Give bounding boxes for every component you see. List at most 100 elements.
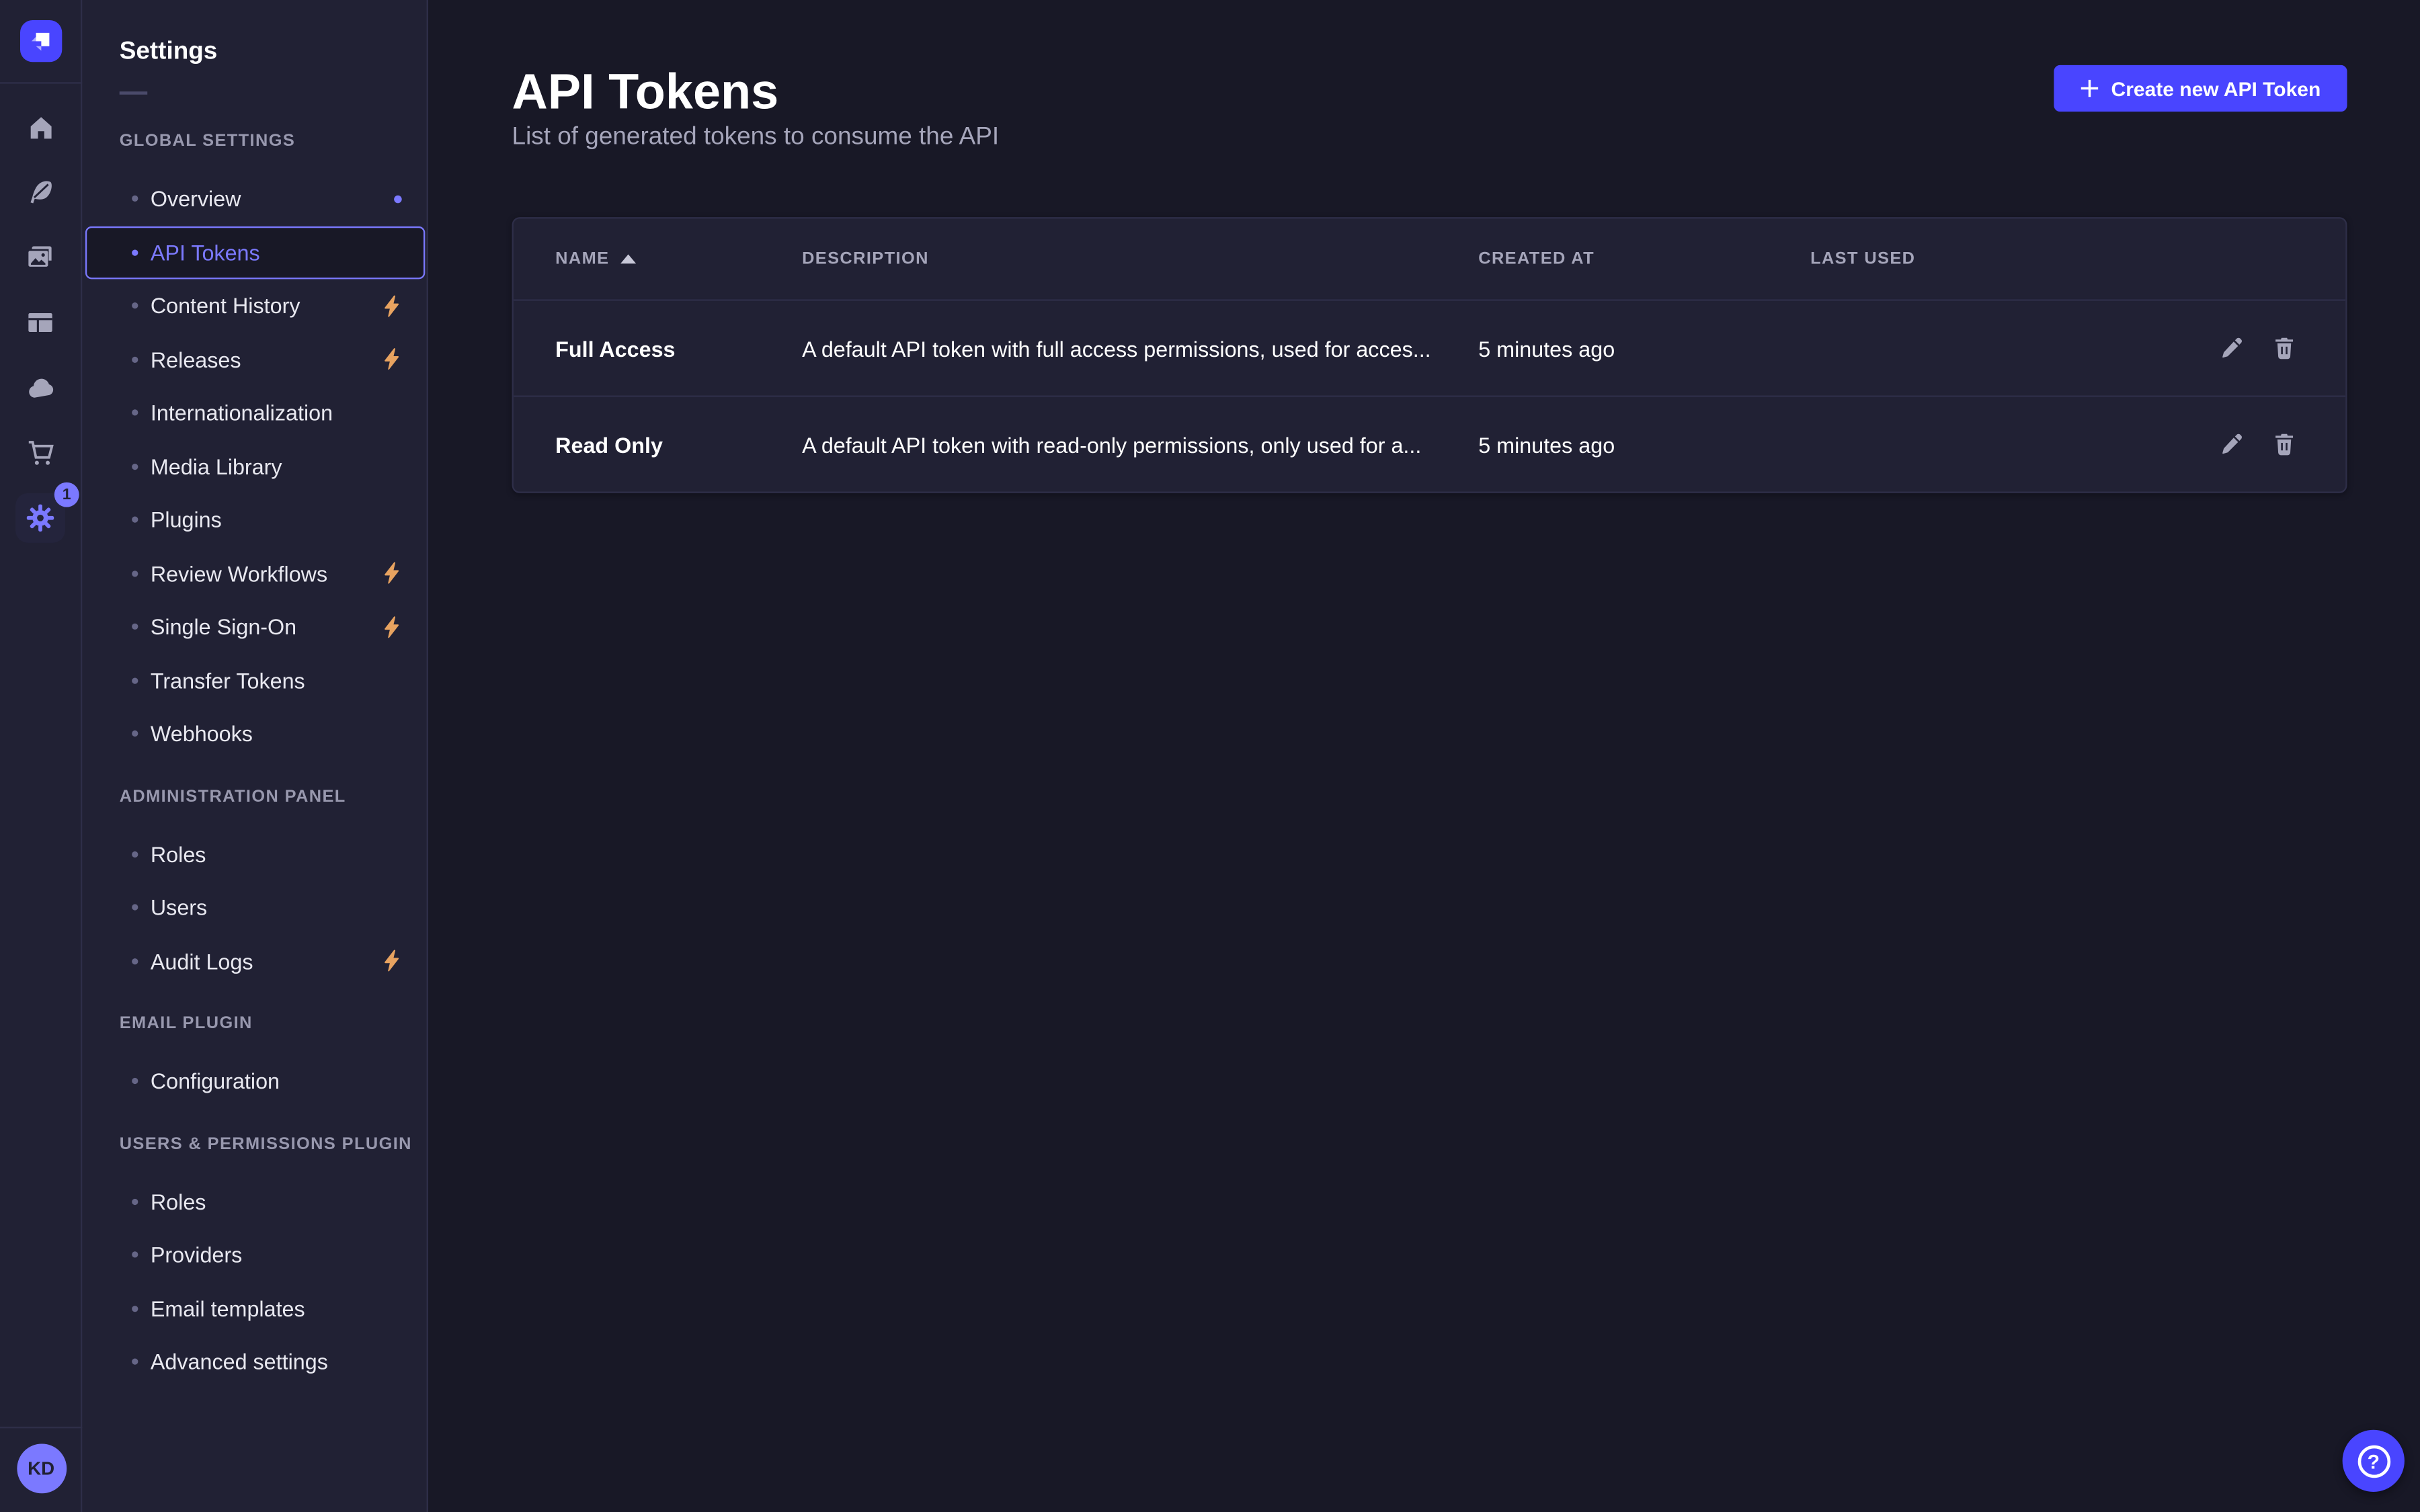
sidebar-section-label: ADMINISTRATION PANEL — [82, 781, 426, 812]
question-mark-icon: ? — [2357, 1445, 2390, 1477]
sidebar-item[interactable]: Plugins — [82, 493, 426, 547]
rail-divider-top — [0, 82, 81, 83]
delete-trash-icon[interactable] — [2263, 328, 2304, 368]
sidebar-item-label: Configuration — [151, 1069, 402, 1094]
strapi-logo[interactable] — [19, 20, 61, 62]
sidebar-item[interactable]: Roles — [82, 827, 426, 881]
sidebar-section-label: GLOBAL SETTINGS — [82, 126, 426, 157]
api-tokens-table: Name Description Created at Last used Fu… — [512, 217, 2347, 493]
sidebar-item[interactable]: Email templates — [82, 1282, 426, 1335]
premium-lightning-icon — [382, 616, 402, 639]
home-icon[interactable] — [15, 102, 65, 152]
table-row[interactable]: Read Only A default API token with read-… — [514, 395, 2345, 491]
sidebar-item[interactable]: Providers — [82, 1228, 426, 1282]
sidebar-item-label: Review Workflows — [151, 561, 382, 586]
sidebar-section: EMAIL PLUGIN Configuration — [82, 1008, 426, 1108]
sidebar-item-label: Releases — [151, 347, 382, 372]
sidebar-item[interactable]: Single Sign-On — [82, 600, 426, 654]
bullet-icon — [132, 624, 138, 630]
column-header-last-used[interactable]: Last used — [1810, 250, 2169, 269]
sidebar-item-label: Internationalization — [151, 401, 402, 425]
delete-trash-icon[interactable] — [2263, 424, 2304, 464]
sort-ascending-icon — [620, 254, 636, 263]
token-created-at: 5 minutes ago — [1478, 432, 1810, 457]
help-button[interactable]: ? — [2343, 1430, 2405, 1492]
deploy-cloud-icon[interactable] — [15, 363, 65, 413]
sidebar-item[interactable]: Overview — [82, 172, 426, 226]
token-name: Full Access — [555, 336, 802, 361]
column-header-name[interactable]: Name — [555, 250, 802, 269]
bullet-icon — [132, 1305, 138, 1311]
sidebar-item-label: Media Library — [151, 454, 402, 479]
sidebar-item[interactable]: Review Workflows — [82, 546, 426, 600]
sidebar-item-label: Audit Logs — [151, 949, 382, 974]
create-api-token-button[interactable]: Create new API Token — [2054, 65, 2347, 112]
sidebar-item[interactable]: Advanced settings — [82, 1335, 426, 1389]
settings-gear-icon[interactable]: 1 — [15, 493, 65, 543]
page-header: API Tokens List of generated tokens to c… — [512, 62, 2347, 153]
sidebar-sections: GLOBAL SETTINGS Overview API Tokens Cont… — [82, 95, 426, 1389]
sidebar-item-label: Roles — [151, 841, 402, 866]
sidebar-section-label: USERS & PERMISSIONS PLUGIN — [82, 1128, 426, 1159]
sidebar-item[interactable]: Internationalization — [82, 386, 426, 440]
sidebar-item-label: Content History — [151, 294, 382, 319]
sidebar-item[interactable]: Webhooks — [82, 707, 426, 761]
table-body: Full Access A default API token with ful… — [514, 299, 2345, 491]
token-description: A default API token with full access per… — [802, 336, 1478, 361]
premium-lightning-icon — [382, 562, 402, 585]
strapi-logo-glyph — [27, 28, 53, 54]
sidebar-item-label: Providers — [151, 1243, 402, 1267]
premium-lightning-icon — [382, 347, 402, 371]
content-manager-feather-icon[interactable] — [15, 167, 65, 217]
column-header-description[interactable]: Description — [802, 250, 1478, 269]
page-header-text: API Tokens List of generated tokens to c… — [512, 62, 1000, 153]
column-header-created-at[interactable]: Created at — [1478, 250, 1810, 269]
row-actions — [2169, 424, 2304, 464]
user-avatar[interactable]: KD — [16, 1443, 66, 1493]
sidebar-item[interactable]: Audit Logs — [82, 934, 426, 988]
sidebar-item-label: Transfer Tokens — [151, 668, 402, 693]
main-nav-rail: 1 KD — [0, 0, 82, 1512]
token-name: Read Only — [555, 432, 802, 457]
premium-lightning-icon — [382, 294, 402, 318]
sidebar-item[interactable]: Media Library — [82, 439, 426, 493]
bullet-icon — [132, 303, 138, 309]
marketplace-cart-icon[interactable] — [15, 428, 65, 478]
edit-pencil-icon[interactable] — [2210, 424, 2251, 464]
sidebar-section-items: Overview API Tokens Content History Rele… — [82, 172, 426, 761]
table-row[interactable]: Full Access A default API token with ful… — [514, 299, 2345, 395]
sidebar-item-label: Overview — [151, 186, 394, 211]
bullet-icon — [132, 1078, 138, 1084]
sidebar-item[interactable]: Configuration — [82, 1054, 426, 1108]
media-library-images-icon[interactable] — [15, 233, 65, 282]
sidebar-item-label: API Tokens — [151, 240, 403, 265]
sidebar-item-label: Advanced settings — [151, 1349, 402, 1374]
sidebar-item-label: Plugins — [151, 507, 402, 532]
sidebar-item-label: Webhooks — [151, 722, 402, 747]
main-content: API Tokens List of generated tokens to c… — [428, 0, 2420, 1512]
bullet-icon — [132, 677, 138, 683]
sidebar-section-items: Configuration — [82, 1054, 426, 1108]
bullet-icon — [132, 1198, 138, 1204]
sidebar-item[interactable]: Roles — [82, 1175, 426, 1228]
bullet-icon — [132, 1252, 138, 1258]
sidebar-item[interactable]: Releases — [82, 333, 426, 386]
sidebar-section-label: EMAIL PLUGIN — [82, 1008, 426, 1039]
sidebar-section-items: Roles Users Audit Logs — [82, 827, 426, 988]
rail-bottom: KD — [0, 1427, 82, 1512]
bullet-icon — [132, 958, 138, 964]
edit-pencil-icon[interactable] — [2210, 328, 2251, 368]
bullet-icon — [132, 356, 138, 362]
sidebar-item[interactable]: Users — [82, 881, 426, 935]
bullet-icon — [132, 730, 138, 737]
sidebar-item[interactable]: Content History — [82, 279, 426, 333]
notification-dot-icon — [394, 195, 402, 203]
content-type-builder-layout-icon[interactable] — [15, 298, 65, 347]
bullet-icon — [132, 196, 138, 202]
sidebar-section: ADMINISTRATION PANEL Roles Users Audit L… — [82, 781, 426, 988]
token-description: A default API token with read-only permi… — [802, 432, 1478, 457]
sidebar-item[interactable]: API Tokens — [85, 226, 425, 280]
sidebar-item[interactable]: Transfer Tokens — [82, 654, 426, 708]
sidebar-item-label: Single Sign-On — [151, 614, 382, 639]
bullet-icon — [132, 249, 138, 255]
